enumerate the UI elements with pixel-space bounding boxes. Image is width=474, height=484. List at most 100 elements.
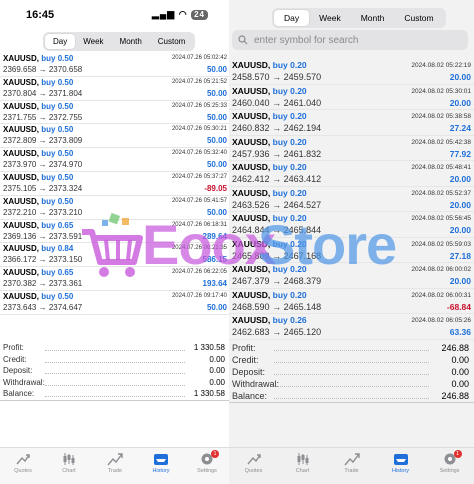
- trade-prices: 2372.809 → 2373.809: [3, 136, 82, 145]
- trade-row[interactable]: XAUUSD, buy 0.65 2370.382 → 2373.361 2024.…: [0, 267, 230, 291]
- close-price: 2373.150: [48, 255, 83, 265]
- trade-title: XAUUSD, buy 0.20: [232, 264, 307, 274]
- trade-row[interactable]: XAUUSD, buy 0.20 2457.936 → 2461.832 2024.…: [229, 136, 474, 161]
- trade-row[interactable]: XAUUSD, buy 0.26 2462.683 → 2465.120 2024.…: [229, 314, 474, 340]
- trade-profit: 50.00: [206, 207, 227, 217]
- trade-row[interactable]: XAUUSD, buy 0.50 2373.970 → 2374.970 2024.…: [0, 148, 230, 172]
- period-day-button[interactable]: Day: [45, 34, 76, 49]
- chart-icon: [297, 453, 308, 465]
- period-day-button[interactable]: Day: [274, 10, 310, 26]
- period-week-button[interactable]: Week: [75, 34, 111, 49]
- arrow-right-icon: →: [38, 88, 47, 98]
- trade-profit: 20.00: [449, 199, 471, 210]
- account-summary: Profit: 246.88 Credit: 0.00 Deposit: 0.00 With…: [229, 343, 474, 403]
- trade-side: buy 0.50: [41, 54, 74, 63]
- close-price: 2464.527: [283, 199, 322, 210]
- trade-profit: 20.00: [449, 225, 471, 235]
- trade-row[interactable]: XAUUSD, buy 0.20 2460.832 → 2462.194 2024.…: [229, 110, 474, 136]
- trade-prices: 2373.643 → 2374.647: [3, 303, 82, 312]
- period-month-button[interactable]: Month: [112, 34, 150, 49]
- trade-symbol: XAUUSD,: [3, 172, 40, 182]
- trade-row[interactable]: XAUUSD, buy 0.50 2372.210 → 2373.210 2024.…: [0, 196, 230, 220]
- tab-chart[interactable]: Chart: [283, 452, 323, 484]
- trade-row[interactable]: XAUUSD, buy 0.20 2462.412 → 2463.412 2024.…: [229, 161, 474, 187]
- trade-row[interactable]: XAUUSD, buy 0.50 2373.643 → 2374.647 2024.…: [0, 291, 230, 315]
- trade-profit: 50.00: [206, 160, 227, 170]
- trade-prices: 2457.936 → 2461.832: [232, 149, 321, 159]
- trade-row[interactable]: XAUUSD, buy 0.50 2369.658 → 2370.658 2024.…: [0, 53, 230, 77]
- tab-settings[interactable]: Settings 1: [187, 450, 227, 484]
- trade-row[interactable]: XAUUSD, buy 0.50 2371.755 → 2372.755 2024.…: [0, 101, 230, 125]
- search-placeholder: enter symbol for search: [254, 34, 359, 46]
- tab-trade[interactable]: Trade: [332, 452, 372, 484]
- tab-history[interactable]: History: [141, 452, 181, 484]
- close-price: 2373.591: [48, 231, 83, 241]
- tab-quotes[interactable]: Quotes: [3, 452, 43, 484]
- summary-value: 1 330.58: [193, 389, 225, 398]
- search-input[interactable]: enter symbol for search: [232, 30, 468, 50]
- period-week-button[interactable]: Week: [309, 10, 351, 26]
- trade-row[interactable]: XAUUSD, buy 0.50 2375.105 → 2373.324 2024.…: [0, 172, 230, 196]
- status-icons: ▂▄▆ ◠ 24: [152, 9, 208, 20]
- period-custom-button[interactable]: Custom: [150, 34, 194, 49]
- open-price: 2464.844: [232, 225, 270, 235]
- trade-row[interactable]: XAUUSD, buy 0.20 2464.844 → 2465.844 2024.…: [229, 212, 474, 238]
- open-price: 2468.590: [232, 301, 270, 312]
- trade-row[interactable]: XAUUSD, buy 0.20 2458.570 → 2459.570 2024.…: [229, 59, 474, 85]
- history-icon: [393, 454, 408, 465]
- trade-row[interactable]: XAUUSD, buy 0.20 2460.040 → 2461.040 2024.…: [229, 85, 474, 110]
- tab-settings[interactable]: Settings 1: [430, 450, 470, 484]
- summary-value: 246.88: [441, 343, 469, 353]
- notification-badge: 1: [211, 450, 219, 458]
- trade-prices: 2460.040 → 2461.040: [232, 98, 321, 108]
- trade-row[interactable]: XAUUSD, buy 0.20 2463.526 → 2464.527 2024.…: [229, 187, 474, 212]
- period-custom-button[interactable]: Custom: [394, 10, 443, 26]
- tab-chart[interactable]: Chart: [49, 452, 89, 484]
- arrow-right-icon: →: [272, 225, 282, 235]
- arrow-right-icon: →: [38, 255, 47, 265]
- open-price: 2375.105: [3, 183, 37, 193]
- tab-history[interactable]: History: [381, 452, 421, 484]
- arrow-right-icon: →: [38, 302, 47, 312]
- trade-title: XAUUSD, buy 0.20: [232, 188, 307, 198]
- period-selector: Day Week Month Custom: [272, 8, 446, 28]
- trade-profit: 27.18: [449, 250, 471, 261]
- trade-row[interactable]: XAUUSD, buy 0.20 2468.590 → 2465.148 2024.…: [229, 289, 474, 314]
- dotted-leader: [45, 373, 185, 374]
- trade-row[interactable]: XAUUSD, buy 0.50 2372.809 → 2373.809 2024.…: [0, 124, 230, 149]
- tab-label: History: [391, 468, 410, 474]
- trade-row[interactable]: XAUUSD, buy 0.65 2369.136 → 2373.591 2024.…: [0, 220, 230, 244]
- close-price: 2370.658: [48, 65, 83, 74]
- trade-side: buy 0.50: [41, 172, 74, 182]
- wifi-icon: ◠: [178, 9, 188, 19]
- trade-prices: 2468.590 → 2465.148: [232, 302, 321, 312]
- period-month-button[interactable]: Month: [351, 10, 395, 26]
- arrow-right-icon: →: [272, 72, 282, 82]
- summary-row: Profit: 1 330.58: [0, 343, 230, 355]
- trade-side: buy 0.20: [272, 136, 307, 147]
- trade-row[interactable]: XAUUSD, buy 0.84 2366.172 → 2373.150 2024.…: [0, 243, 230, 268]
- trade-date: 2024.08.02 06:00:31: [411, 291, 471, 299]
- tab-label: Trade: [107, 468, 123, 474]
- dotted-leader: [45, 396, 185, 397]
- close-price: 2465.844: [283, 225, 322, 235]
- trade-date: 2024.07.26 05:30:21: [171, 126, 227, 133]
- trade-row[interactable]: XAUUSD, buy 0.50 2370.804 → 2371.804 2024.…: [0, 77, 230, 101]
- trade-profit: -89.05: [204, 183, 227, 193]
- left-phone-screen: 16:45 ▂▄▆ ◠ 24 Day Week Month Custom XAUUSD…: [0, 0, 230, 484]
- account-summary: Profit: 1 330.58 Credit: 0.00 Deposit: 0.00 Wi…: [0, 343, 230, 401]
- trade-side: buy 0.20: [272, 187, 307, 198]
- trade-list: XAUUSD, buy 0.20 2458.570 → 2459.570 2024.…: [229, 59, 474, 340]
- open-price: 2373.970: [3, 160, 37, 170]
- trade-side: buy 0.20: [272, 60, 307, 70]
- trade-side: buy 0.50: [41, 196, 74, 206]
- trade-side: buy 0.50: [41, 101, 74, 111]
- summary-row: Withdrawal: 0.00: [229, 379, 474, 391]
- open-price: 2462.412: [232, 174, 270, 184]
- trade-side: buy 0.84: [41, 244, 74, 254]
- trade-row[interactable]: XAUUSD, buy 0.20 2467.379 → 2468.379 2024.…: [229, 263, 474, 289]
- tab-trade[interactable]: Trade: [95, 452, 135, 484]
- trade-row[interactable]: XAUUSD, buy 0.20 2465.809 → 2467.168 2024.…: [229, 238, 474, 263]
- tab-quotes[interactable]: Quotes: [234, 452, 274, 484]
- trade-title: XAUUSD, buy 0.65: [3, 268, 73, 277]
